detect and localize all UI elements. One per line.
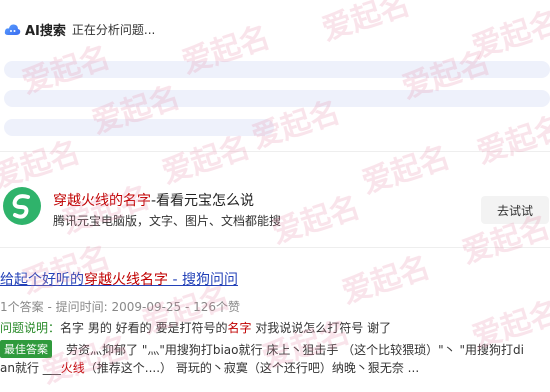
watermark: 爱起名 [317,0,415,48]
answer-highlight: 火线 [60,361,85,375]
ad-title-link[interactable]: 穿越火线的名字-看看元宝怎么说 [53,190,254,210]
ad-description: 腾讯元宝电脑版，文字、图片、文档都能搜 [53,214,282,228]
loading-skeleton-line [4,119,274,136]
watermark: 爱起名 [17,239,115,301]
question-text-b: 对我说说怎么打符号 谢了 [251,321,392,335]
ai-search-header: AI搜索 正在分析问题... [4,20,156,39]
question-highlight: 名字 [227,321,252,335]
divider [0,247,550,248]
result-question: 问题说明：名字 男的 好看的 要是打符号的名字 对我说说怎么打符号 谢了 [0,319,391,336]
question-text-a: 名字 男的 好看的 要是打符号的 [60,321,228,335]
result-title-highlight: 穿越火线名字 [84,272,168,288]
best-answer-badge: 最佳答案 [0,340,52,358]
result-meta: 1个答案 - 提问时间: 2009-09-25 - 126个赞 [0,300,241,314]
yuanbao-logo-icon [3,187,41,225]
ai-search-status: 正在分析问题... [71,22,156,37]
question-label: 问题说明： [0,321,61,335]
answer-text-a: an就行 ___ [0,361,61,375]
ad-title-rest: -看看元宝怎么说 [151,193,255,209]
ad-title-highlight: 穿越火线的名字 [53,193,151,209]
watermark: 爱起名 [472,109,550,171]
answer-text: 劳资灬抑郁了 "灬"用搜狗打biao就行 床上丶狙击手 （这个比较猥琐）"丶 "… [66,342,524,357]
result-title-prefix: 给起个好听的 [0,272,84,288]
divider [0,151,550,152]
ai-search-title: AI搜索 [25,23,66,39]
ai-cloud-icon [4,23,21,35]
result-title-suffix: - 搜狗问问 [168,272,238,288]
loading-skeleton-line [4,90,550,107]
try-button[interactable]: 去试试 [481,196,549,224]
answer-text-b: （推荐这个....） 哥玩的丶寂寞（这个还行吧）纳晚丶狠无奈 ... [84,361,420,375]
result-answer-line: 最佳答案 劳资灬抑郁了 "灬"用搜狗打biao就行 床上丶狙击手 （这个比较猥琐… [0,340,524,358]
watermark: 爱起名 [337,249,435,311]
watermark: 爱起名 [357,139,455,201]
loading-skeleton-line [4,61,550,78]
result-answer-line: an就行 ___火线（推荐这个....） 哥玩的丶寂寞（这个还行吧）纳晚丶狠无奈… [0,359,419,376]
watermark: 爱起名 [467,4,550,66]
result-title-link[interactable]: 给起个好听的穿越火线名字 - 搜狗问问 [0,269,238,289]
